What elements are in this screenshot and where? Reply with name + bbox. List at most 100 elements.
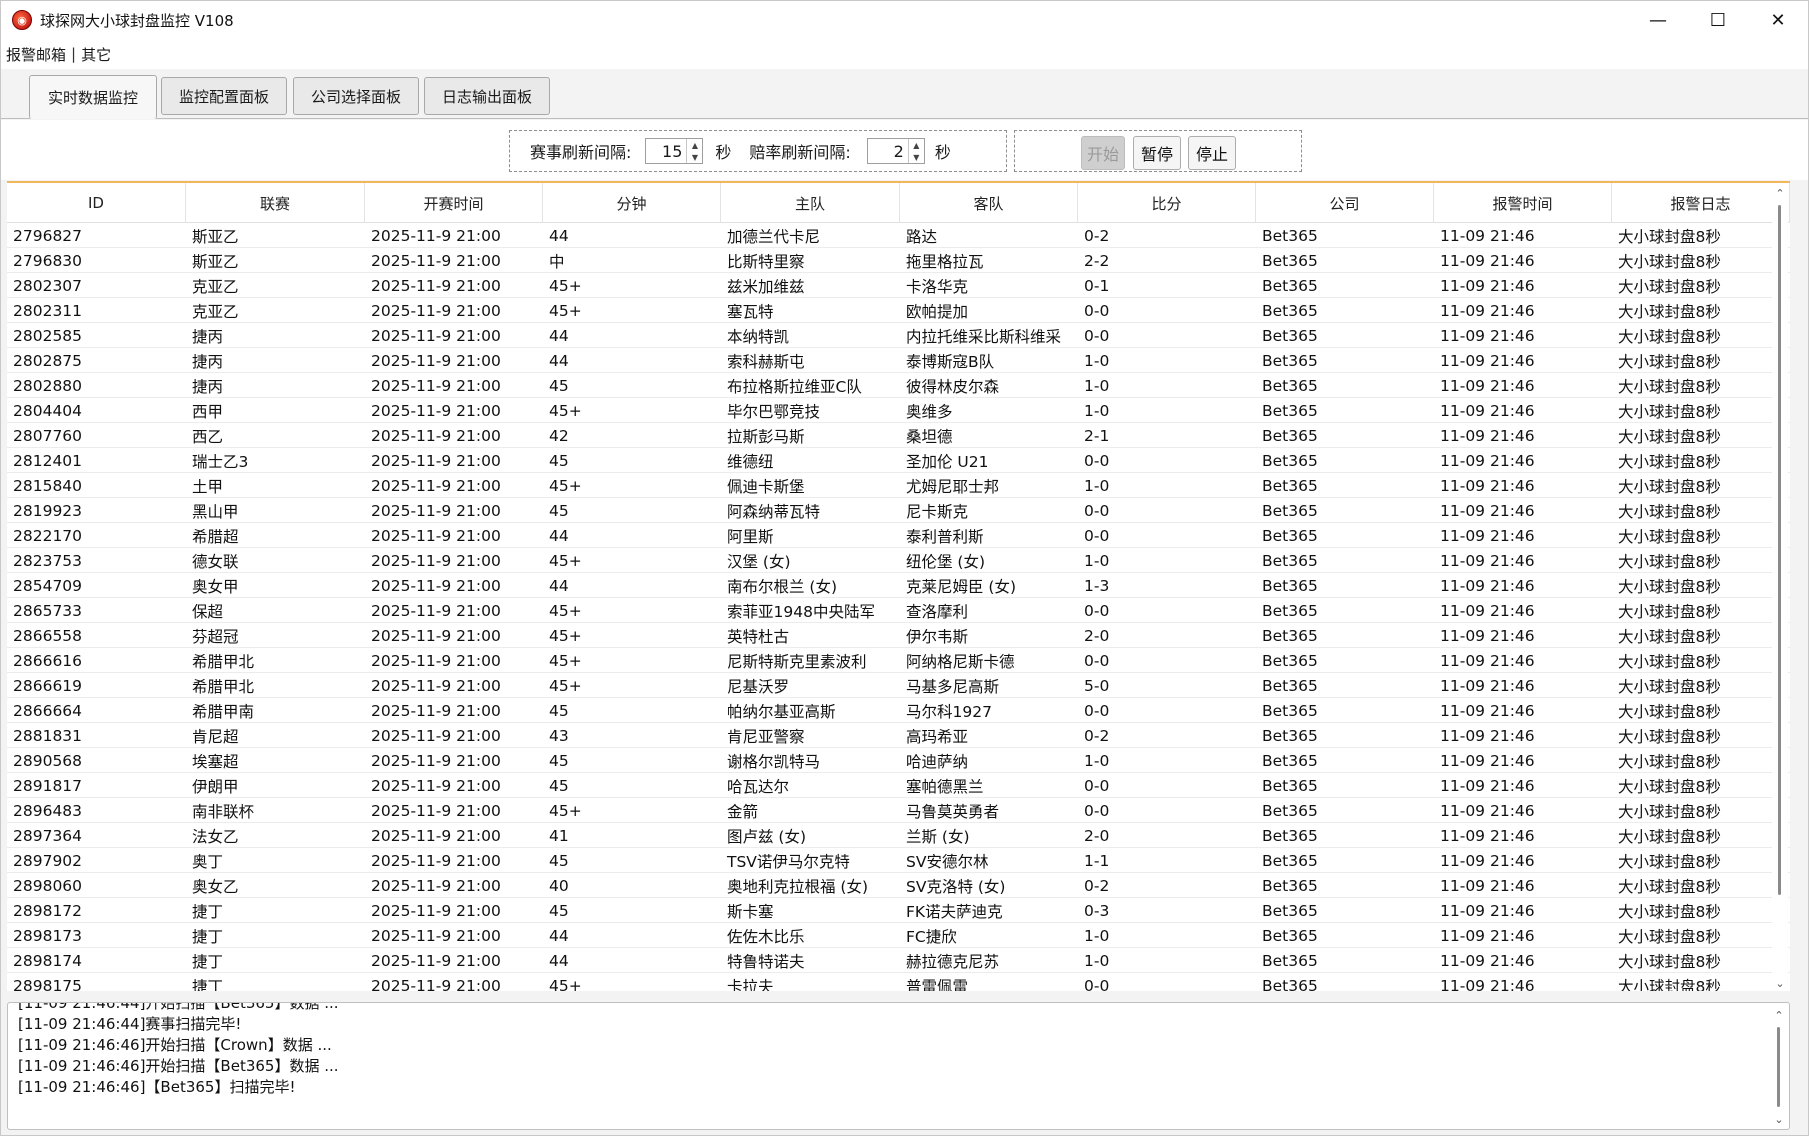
match-data-grid[interactable]: ID 联赛 开赛时间 分钟 主队 客队 比分 公司 报警时间 报警日志 2796… [7,181,1790,991]
table-row[interactable]: 2802875 捷丙 2025-11-9 21:00 44 索科赫斯屯 泰博斯寇B队 1-0… [7,348,1790,373]
table-cell: 大小球封盘8秒 [1618,827,1721,846]
table-cell: 马尔科1927 [906,702,992,721]
table-cell: 11-09 21:46 [1440,501,1535,520]
start-button[interactable]: 开始 [1081,136,1125,170]
table-cell: Bet365 [1262,526,1318,545]
table-cell: 希腊超 [192,527,239,546]
table-cell: 2025-11-9 21:00 [371,801,501,820]
table-row[interactable]: 2865733 保超 2025-11-9 21:00 45+ 索菲亚1948中央陆军 查洛… [7,598,1790,623]
stop-button[interactable]: 停止 [1188,136,1236,170]
table-cell: 0-0 [1084,526,1110,545]
minimize-icon[interactable]: — [1628,1,1688,39]
table-row[interactable]: 2891817 伊朗甲 2025-11-9 21:00 45 哈瓦达尔 塞帕德黑兰 0-0 B… [7,773,1790,798]
pause-button[interactable]: 暂停 [1133,136,1181,170]
column-header[interactable]: 报警日志 [1612,183,1790,223]
table-row[interactable]: 2897902 奥丁 2025-11-9 21:00 45 TSV诺伊马尔克特 SV安德尔… [7,848,1790,873]
tab-monitor-config[interactable]: 监控配置面板 [161,77,287,115]
table-row[interactable]: 2897364 法女乙 2025-11-9 21:00 41 图卢兹 (女) 兰斯 (女)… [7,823,1790,848]
match-refresh-spinner[interactable]: 15 ▲ ▼ [645,138,704,164]
table-cell: 克亚乙 [192,302,239,321]
column-header[interactable]: 联赛 [186,183,365,223]
table-cell: 11-09 21:46 [1440,426,1535,445]
scrollbar-thumb[interactable] [1777,1027,1780,1107]
table-row[interactable]: 2866558 芬超冠 2025-11-9 21:00 45+ 英特杜古 伊尔韦斯 2-0 B… [7,623,1790,648]
table-row[interactable]: 2898172 捷丁 2025-11-9 21:00 45 斯卡塞 FK诺夫萨迪克 0-3 B… [7,898,1790,923]
column-header[interactable]: 主队 [721,183,900,223]
table-cell: 大小球封盘8秒 [1618,477,1721,496]
table-cell: 金箭 [727,802,759,821]
table-row[interactable]: 2866616 希腊甲北 2025-11-9 21:00 45+ 尼斯特斯克里素波利 阿纳… [7,648,1790,673]
scroll-down-icon[interactable]: ⌄ [1772,975,1788,991]
match-refresh-value[interactable]: 15 [646,142,686,161]
tab-log-output[interactable]: 日志输出面板 [424,77,550,115]
log-scrollbar[interactable]: ⌃ ⌄ [1771,1003,1787,1129]
scroll-up-icon[interactable]: ⌃ [1771,1007,1787,1023]
odds-refresh-spinner[interactable]: 2 ▲ ▼ [866,138,925,164]
close-icon[interactable]: ✕ [1748,1,1808,39]
column-header[interactable]: 比分 [1078,183,1256,223]
table-row[interactable]: 2796830 斯亚乙 2025-11-9 21:00 中 比斯特里察 拖里格拉瓦 2-2 B… [7,248,1790,273]
table-cell: Bet365 [1262,226,1318,245]
column-header[interactable]: 分钟 [543,183,721,223]
column-header[interactable]: 公司 [1256,183,1434,223]
scroll-up-icon[interactable]: ⌃ [1772,185,1788,201]
table-cell: 2822170 [13,526,83,545]
odds-refresh-value[interactable]: 2 [868,142,908,161]
table-cell: Bet365 [1262,376,1318,395]
spinner-arrows-icon[interactable]: ▲ ▼ [907,139,924,163]
log-output-box[interactable]: [11-09 21:46:44]开始扫描【Bet365】数据 ... [11-09… [7,1002,1790,1130]
table-row[interactable]: 2802880 捷丙 2025-11-9 21:00 45 布拉格斯拉维亚C队 彼得林皮尔… [7,373,1790,398]
table-cell: 11-09 21:46 [1440,351,1535,370]
column-header[interactable]: 报警时间 [1434,183,1612,223]
table-cell: 大小球封盘8秒 [1618,877,1721,896]
table-row[interactable]: 2812401 瑞士乙3 2025-11-9 21:00 45 维德纽 圣加伦 U21 0-… [7,448,1790,473]
column-header[interactable]: 客队 [900,183,1078,223]
table-row[interactable]: 2898173 捷丁 2025-11-9 21:00 44 佐佐木比乐 FC捷欣 1-0 Be… [7,923,1790,948]
table-row[interactable]: 2815840 土甲 2025-11-9 21:00 45+ 佩迪卡斯堡 尤姆尼耶士邦 1-… [7,473,1790,498]
table-cell: 11-09 21:46 [1440,751,1535,770]
grid-scrollbar[interactable]: ⌃ ⌄ [1772,183,1788,991]
table-cell: 索菲亚1948中央陆军 [727,602,875,621]
grid-body[interactable]: 2796827 斯亚乙 2025-11-9 21:00 44 加德兰代卡尼 路达 0-2 Be… [7,223,1790,991]
maximize-icon[interactable]: ☐ [1688,1,1748,39]
scrollbar-thumb[interactable] [1778,205,1781,895]
table-row[interactable]: 2802585 捷丙 2025-11-9 21:00 44 本纳特凯 内拉托维采比斯科维采… [7,323,1790,348]
column-header[interactable]: 开赛时间 [365,183,543,223]
spinner-arrows-icon[interactable]: ▲ ▼ [686,139,702,163]
table-row[interactable]: 2896483 南非联杯 2025-11-9 21:00 45+ 金箭 马鲁莫英勇者 0-0… [7,798,1790,823]
table-row[interactable]: 2890568 埃塞超 2025-11-9 21:00 45 谢格尔凯特马 哈迪萨纳 1-0… [7,748,1790,773]
table-cell: 圣加伦 U21 [906,452,989,471]
table-row[interactable]: 2898174 捷丁 2025-11-9 21:00 44 特鲁特诺夫 赫拉德克尼苏 1-0… [7,948,1790,973]
table-cell: 肯尼亚警察 [727,727,805,746]
table-cell: 11-09 21:46 [1440,301,1535,320]
table-row[interactable]: 2866664 希腊甲南 2025-11-9 21:00 45 帕纳尔基亚高斯 马尔科19… [7,698,1790,723]
menu-alarm-email[interactable]: 报警邮箱 [1,44,71,65]
table-row[interactable]: 2898060 奥女乙 2025-11-9 21:00 40 奥地利克拉根福 (女) SV… [7,873,1790,898]
table-cell: 45+ [549,476,582,495]
table-cell: 45 [549,901,569,920]
table-cell: 希腊甲北 [192,677,255,696]
table-cell: Bet365 [1262,551,1318,570]
table-row[interactable]: 2866619 希腊甲北 2025-11-9 21:00 45+ 尼基沃罗 马基多尼高斯 5… [7,673,1790,698]
tab-realtime-monitor[interactable]: 实时数据监控 [29,75,157,119]
table-row[interactable]: 2819923 黑山甲 2025-11-9 21:00 45 阿森纳蒂瓦特 尼卡斯克 0-0… [7,498,1790,523]
table-cell: 1-1 [1084,851,1110,870]
table-row[interactable]: 2898175 捷丁 2025-11-9 21:00 45+ 卡拉夫 普雷佩雷 0-0 Bet… [7,973,1790,992]
table-row[interactable]: 2804404 西甲 2025-11-9 21:00 45+ 毕尔巴鄂竞技 奥维多 1-0 B… [7,398,1790,423]
table-row[interactable]: 2854709 奥女甲 2025-11-9 21:00 44 南布尔根兰 (女) 克莱尼姆… [7,573,1790,598]
column-header[interactable]: ID [7,183,186,223]
table-row[interactable]: 2796827 斯亚乙 2025-11-9 21:00 44 加德兰代卡尼 路达 0-2 Be… [7,223,1790,248]
table-row[interactable]: 2881831 肯尼超 2025-11-9 21:00 43 肯尼亚警察 高玛希亚 0-2 B… [7,723,1790,748]
table-row[interactable]: 2822170 希腊超 2025-11-9 21:00 44 阿里斯 泰利普利斯 0-0 Be… [7,523,1790,548]
table-row[interactable]: 2802307 克亚乙 2025-11-9 21:00 45+ 兹米加维兹 卡洛华克 0-1… [7,273,1790,298]
menu-other[interactable]: 其它 [76,44,116,65]
table-cell: 查洛摩利 [906,602,969,621]
table-row[interactable]: 2802311 克亚乙 2025-11-9 21:00 45+ 塞瓦特 欧帕提加 0-0 Be… [7,298,1790,323]
table-row[interactable]: 2823753 德女联 2025-11-9 21:00 45+ 汉堡 (女) 纽伦堡 (女… [7,548,1790,573]
table-row[interactable]: 2807760 西乙 2025-11-9 21:00 42 拉斯彭马斯 桑坦德 2-1 Bet… [7,423,1790,448]
table-cell: 44 [549,951,569,970]
table-cell: 11-09 21:46 [1440,576,1535,595]
table-cell: 0-1 [1084,276,1110,295]
tab-company-select[interactable]: 公司选择面板 [293,77,419,115]
scroll-down-icon[interactable]: ⌄ [1771,1111,1787,1127]
